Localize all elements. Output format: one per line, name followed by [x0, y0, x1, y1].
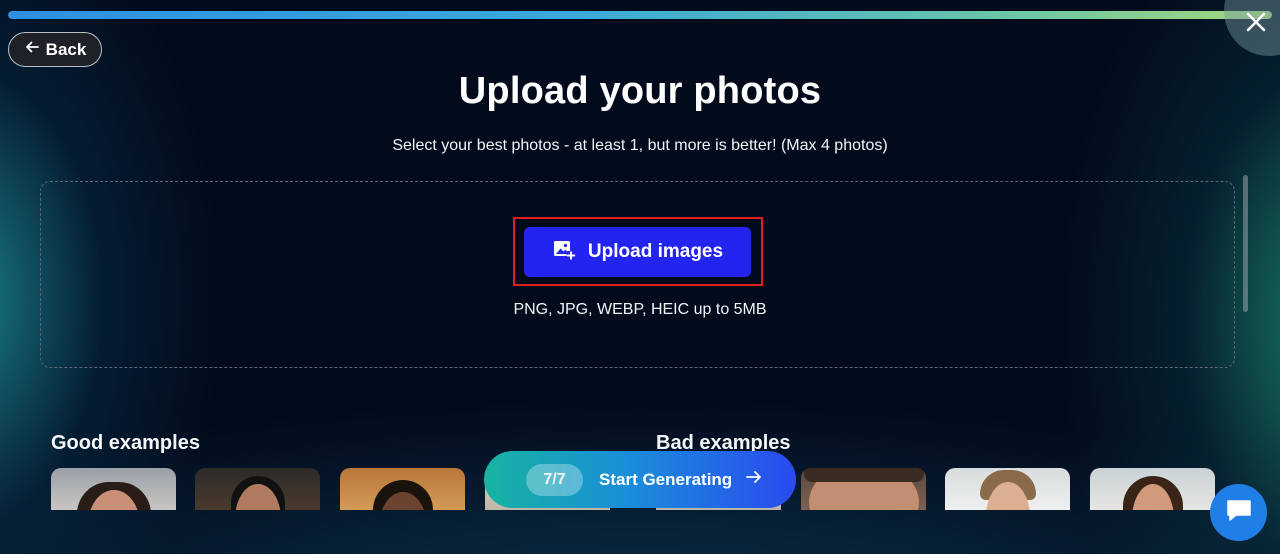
upload-images-label: Upload images: [587, 241, 724, 262]
start-generating-button[interactable]: 7/7 Start Generating: [484, 451, 796, 508]
progress-bar: [8, 11, 1272, 19]
good-example-photo: [195, 468, 320, 510]
good-example-photo: [340, 468, 465, 510]
bad-example-photo: [1090, 468, 1215, 510]
start-generating-label: Start Generating: [599, 469, 733, 489]
scrollbar-thumb[interactable]: [1243, 175, 1248, 312]
chat-button[interactable]: [1210, 484, 1267, 541]
good-examples-heading: Good examples: [51, 432, 200, 454]
bad-example-photo: [801, 468, 926, 510]
photo-count-badge: 7/7: [526, 463, 583, 496]
arrow-left-icon: [24, 39, 40, 60]
upload-images-button[interactable]: Upload images: [524, 227, 751, 277]
image-plus-icon: [552, 237, 576, 267]
good-example-photo: [51, 468, 176, 510]
page-title: Upload your photos: [458, 70, 822, 112]
accepted-formats-text: PNG, JPG, WEBP, HEIC up to 5MB: [513, 301, 767, 318]
arrow-right-icon: [746, 467, 764, 492]
chat-icon: [1224, 495, 1254, 530]
back-label: Back: [45, 39, 87, 59]
page-subtitle: Select your best photos - at least 1, bu…: [392, 137, 888, 154]
close-icon[interactable]: [1244, 10, 1268, 34]
bad-example-photo: [945, 468, 1070, 510]
progress-fill: [8, 11, 1272, 19]
back-button[interactable]: Back: [8, 32, 102, 67]
